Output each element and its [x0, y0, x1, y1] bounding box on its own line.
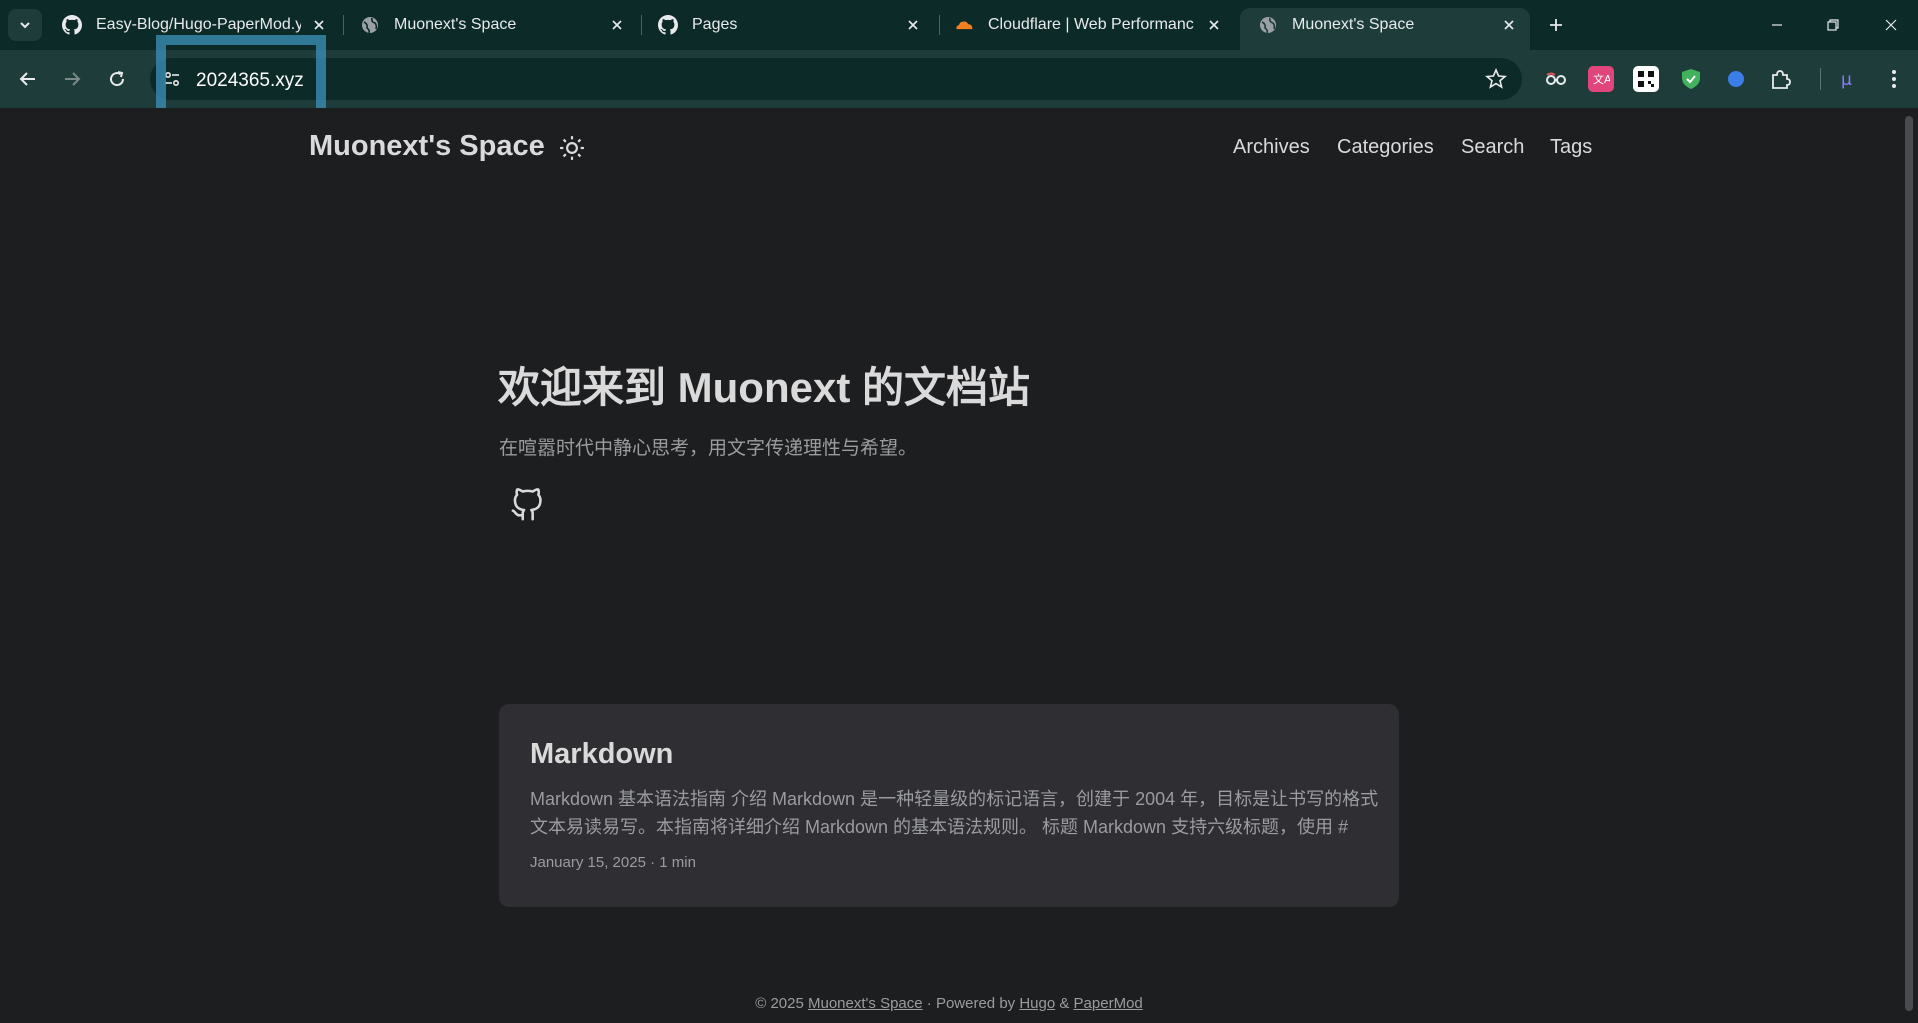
menu-item-search[interactable]: Search — [1461, 136, 1524, 159]
post-title[interactable]: Markdown — [530, 738, 673, 771]
browser-tab[interactable]: Muonext's Space — [342, 8, 637, 42]
page-scrollbar[interactable] — [1898, 108, 1918, 1023]
new-tab-button[interactable] — [1543, 12, 1569, 38]
footer-hugo-link[interactable]: Hugo — [1019, 995, 1055, 1012]
reader-extension-icon[interactable] — [1543, 66, 1569, 92]
plus-icon — [1550, 19, 1562, 31]
menu-item-archives[interactable]: Archives — [1233, 136, 1310, 159]
chevron-down-icon — [20, 22, 30, 29]
post-excerpt: Markdown 基本语法指南 介绍 Markdown 是一种轻量级的标记语言，… — [530, 789, 1379, 837]
tab-strip: Easy-Blog/Hugo-PaperMod.y Muonext's Spac… — [0, 0, 1918, 50]
qrcode-extension-icon[interactable] — [1633, 66, 1659, 92]
post-card[interactable]: Markdown Markdown 基本语法指南 介绍 Markdown 是一种… — [499, 704, 1399, 907]
footer-copyright: © 2025 — [755, 995, 804, 1012]
restore-button[interactable] — [1818, 10, 1848, 40]
site-info-button[interactable] — [160, 67, 184, 91]
close-icon[interactable] — [1498, 14, 1520, 36]
post-meta: January 15, 2025 · 1 min — [530, 854, 696, 871]
close-icon[interactable] — [902, 14, 924, 36]
tab-title: Muonext's Space — [1292, 16, 1415, 33]
github-icon — [62, 15, 82, 35]
minimize-icon — [1772, 24, 1782, 26]
puzzle-extensions-icon[interactable] — [1767, 66, 1793, 92]
footer-site-link[interactable]: Muonext's Space — [808, 995, 923, 1012]
browser-toolbar: 2024365.xyz 文A μ — [0, 50, 1918, 108]
sun-icon[interactable] — [559, 135, 585, 161]
blue-dot-extension-icon[interactable] — [1723, 66, 1749, 92]
close-icon[interactable] — [308, 14, 330, 36]
post-reading-time: 1 min — [659, 854, 696, 871]
close-icon[interactable] — [1203, 14, 1225, 36]
close-icon[interactable] — [606, 14, 628, 36]
url-text[interactable]: 2024365.xyz — [196, 70, 304, 92]
restore-icon — [1827, 19, 1839, 31]
github-icon[interactable] — [510, 488, 544, 522]
tab-title: Easy-Blog/Hugo-PaperMod.y — [96, 16, 301, 33]
svg-text:μ: μ — [1841, 70, 1852, 90]
reload-button[interactable] — [101, 63, 133, 95]
footer-amp: & — [1059, 995, 1070, 1012]
hero-subtitle: 在喧嚣时代中静心思考，用文字传递理性与希望。 — [499, 438, 918, 459]
post-date: January 15, 2025 — [530, 854, 646, 871]
footer-papermod-link[interactable]: PaperMod — [1074, 995, 1143, 1012]
arrow-left-icon — [19, 72, 35, 86]
browser-tab[interactable]: Easy-Blog/Hugo-PaperMod.y — [44, 8, 339, 42]
tune-icon — [164, 71, 180, 87]
minimize-button[interactable] — [1762, 10, 1792, 40]
browser-tab[interactable]: Cloudflare | Web Performanc — [936, 8, 1231, 42]
ublock-extension-icon[interactable]: μ — [1835, 66, 1861, 92]
tab-title: Cloudflare | Web Performanc — [988, 16, 1194, 33]
close-window-button[interactable] — [1876, 10, 1906, 40]
page-footer: © 2025 Muonext's Space · Powered by Hugo… — [0, 995, 1898, 1012]
close-icon — [1885, 19, 1897, 31]
tab-search-button[interactable] — [8, 9, 42, 41]
reload-icon — [110, 71, 125, 87]
site-logo-link[interactable]: Muonext's Space — [309, 130, 545, 163]
arrow-right-icon — [65, 72, 81, 86]
globe-icon — [1260, 17, 1276, 34]
back-button[interactable] — [12, 63, 44, 95]
cloudflare-icon — [956, 21, 973, 30]
menu-item-tags[interactable]: Tags — [1550, 136, 1592, 159]
bookmark-star-icon[interactable] — [1484, 67, 1508, 91]
menu-item-categories[interactable]: Categories — [1337, 136, 1434, 159]
forward-button[interactable] — [56, 63, 88, 95]
menu-kebab-icon[interactable] — [1881, 66, 1907, 92]
meta-separator: · — [650, 854, 656, 871]
browser-tab-active[interactable]: Muonext's Space — [1240, 8, 1530, 50]
github-icon — [658, 15, 678, 35]
footer-powered-by: · Powered by — [926, 995, 1016, 1012]
address-bar[interactable]: 2024365.xyz — [150, 58, 1522, 100]
globe-icon — [362, 17, 378, 34]
svg-text:文A: 文A — [1593, 72, 1610, 86]
toolbar-divider — [1820, 68, 1821, 90]
translate-extension-icon[interactable]: 文A — [1588, 66, 1614, 92]
page-content: Muonext's Space Archives Categories Sear… — [0, 108, 1898, 1023]
shield-extension-icon[interactable] — [1678, 66, 1704, 92]
scrollbar-thumb[interactable] — [1905, 116, 1913, 1011]
tab-title: Pages — [692, 16, 738, 33]
browser-tab[interactable]: Pages — [640, 8, 935, 42]
hero-title: 欢迎来到 Muonext 的文档站 — [498, 364, 1030, 411]
tab-title: Muonext's Space — [394, 16, 517, 33]
